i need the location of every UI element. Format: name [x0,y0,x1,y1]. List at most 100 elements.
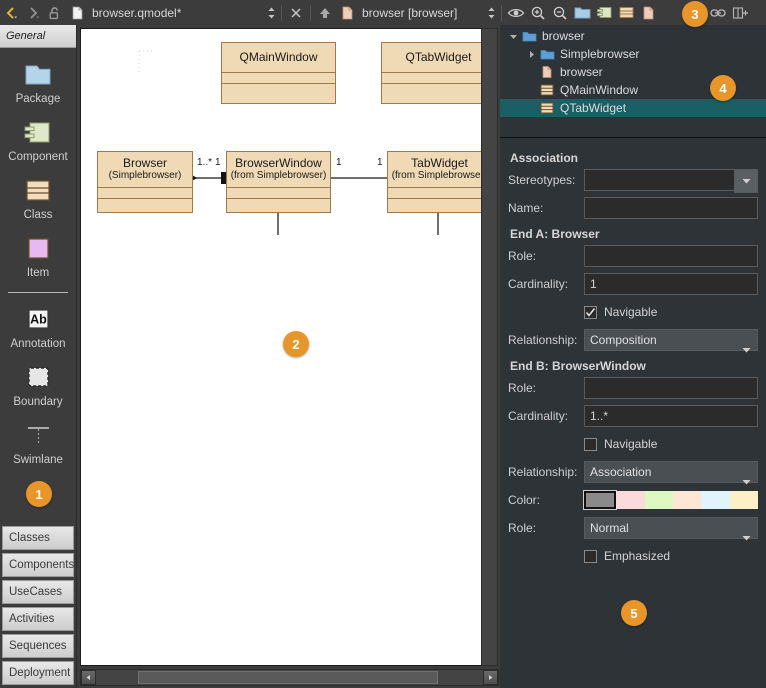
palette-tab-classes[interactable]: Classes [2,526,74,550]
palette-item-class[interactable]: Class [0,176,76,222]
class-icon [538,81,556,99]
role-label: Role: [508,521,584,535]
color-swatch-yellow[interactable] [730,491,758,509]
toolbar-divider-2 [310,5,311,21]
color-swatch-blue[interactable] [701,491,729,509]
end-b-navigable-label: Navigable [604,437,657,451]
end-a-relationship-combobox[interactable]: Composition [584,329,758,351]
end-b-cardinality-input[interactable]: 1..* [584,405,758,427]
stereotypes-combobox[interactable] [584,169,758,191]
up-arrow-icon[interactable] [314,2,336,24]
model-split-selector-icon[interactable] [484,4,498,22]
scroll-right-arrow-icon[interactable] [483,670,498,685]
palette-tab-components[interactable]: Components [2,553,74,577]
properties-section-title: Association [510,151,758,165]
class-box-qmainwindow[interactable]: QMainWindow [221,42,336,104]
eye-icon[interactable] [505,2,527,24]
color-swatch-green[interactable] [645,491,673,509]
chevron-down-icon[interactable] [734,169,758,193]
palette-item-label: Item [27,267,49,280]
folder-icon [520,27,538,45]
end-a-role-input[interactable] [584,245,758,267]
end-b-relationship-combobox[interactable]: Association [584,461,758,483]
chevron-down-icon[interactable] [742,527,751,547]
tree-node-browser-root[interactable]: browser [500,27,766,45]
close-icon[interactable] [285,2,307,24]
chevron-down-icon[interactable] [742,339,751,359]
multiplicity-label-d: 1 [377,157,383,168]
palette-tab-activities[interactable]: Activities [2,607,74,631]
end-b-role-row: Role: [508,377,758,399]
end-a-relationship-label: Relationship: [508,333,584,347]
palette-item-component[interactable]: Component [0,118,76,164]
class-box-tabwidget[interactable]: TabWidget (from Simplebrowser) [387,151,482,213]
scroll-left-arrow-icon[interactable] [81,670,96,685]
palette-item-swimlane[interactable]: Swimlane [0,421,76,467]
emphasized-checkbox[interactable] [584,550,597,563]
zoom-out-icon[interactable] [549,2,571,24]
color-swatch-pink[interactable] [616,491,644,509]
boundary-shape-icon [18,363,58,393]
package-shape-icon [18,60,58,90]
chevron-right-icon[interactable] [524,45,538,63]
class-icon[interactable] [615,2,637,24]
palette-item-package[interactable]: Package [0,60,76,106]
palette-item-boundary[interactable]: Boundary [0,363,76,409]
color-swatch-peach[interactable] [673,491,701,509]
item-icon[interactable] [637,2,659,24]
end-a-cardinality-input[interactable]: 1 [584,273,758,295]
link-icon[interactable] [707,2,729,24]
back-arrow-icon[interactable] [0,2,22,24]
component-icon[interactable] [593,2,615,24]
palette-item-annotation[interactable]: Ab Annotation [0,305,76,351]
diagram-canvas[interactable]: QMainWindow QTabWidget Browser (Simplebr… [80,28,482,666]
class-box-browser[interactable]: Browser (Simplebrowser) [97,151,193,213]
end-b-role-input[interactable] [584,377,758,399]
palette-tab-deployment[interactable]: Deployment [2,661,74,685]
open-file-name: browser.qmodel* [92,6,181,20]
end-b-navigable-row[interactable]: Navigable [508,433,758,455]
color-swatch-default[interactable] [584,491,616,509]
end-a-title: End A: Browser [510,227,758,241]
chevron-down-icon[interactable] [506,27,520,45]
split-editor-icon[interactable] [729,2,751,24]
palette-tab-usecases[interactable]: UseCases [2,580,74,604]
class-box-browserwindow[interactable]: BrowserWindow (from Simplebrowser) [226,151,331,213]
open-file-selector[interactable]: browser.qmodel* [88,2,264,24]
file-split-selector-icon[interactable] [264,4,278,22]
tree-spacer [524,63,538,81]
model-name: browser [browser] [362,6,457,20]
application-window: browser.qmodel* browser [0,0,766,688]
model-selector[interactable]: browser [browser] [358,2,484,24]
end-a-role-label: Role: [508,249,584,263]
canvas-vertical-scrollbar[interactable] [481,28,498,666]
canvas-horizontal-scrollbar[interactable] [80,669,499,686]
palette-item-item[interactable]: Item [0,234,76,280]
end-a-role-row: Role: [508,245,758,267]
class-icon [538,99,556,117]
chevron-down-icon[interactable] [742,471,751,491]
role-row: Role: Normal [508,517,758,539]
palette-items: Package Component [0,48,76,523]
role-combobox[interactable]: Normal [584,517,758,539]
role-value: Normal [590,521,629,535]
package-icon[interactable] [571,2,593,24]
tree-spacer [524,99,538,117]
end-a-navigable-row[interactable]: Navigable [508,301,758,323]
palette-tab-sequences[interactable]: Sequences [2,634,74,658]
palette-header: General [0,25,76,48]
name-input[interactable] [584,197,758,219]
tree-node-qtabwidget[interactable]: QTabWidget [500,99,766,117]
emphasized-row[interactable]: Emphasized [508,545,758,567]
end-b-navigable-checkbox[interactable] [584,438,597,451]
class-box-qtabwidget[interactable]: QTabWidget [381,42,482,104]
tree-node-simplebrowser[interactable]: Simplebrowser [500,45,766,63]
zoom-in-icon[interactable] [527,2,549,24]
color-swatch-list[interactable] [584,491,758,509]
unlock-icon[interactable] [44,2,66,24]
end-a-navigable-checkbox[interactable] [584,306,597,319]
scroll-thumb[interactable] [138,671,438,684]
forward-arrow-icon[interactable] [22,2,44,24]
class-name: BrowserWindow [227,152,330,170]
class-namespace: (from Simplebrowser) [388,170,482,182]
